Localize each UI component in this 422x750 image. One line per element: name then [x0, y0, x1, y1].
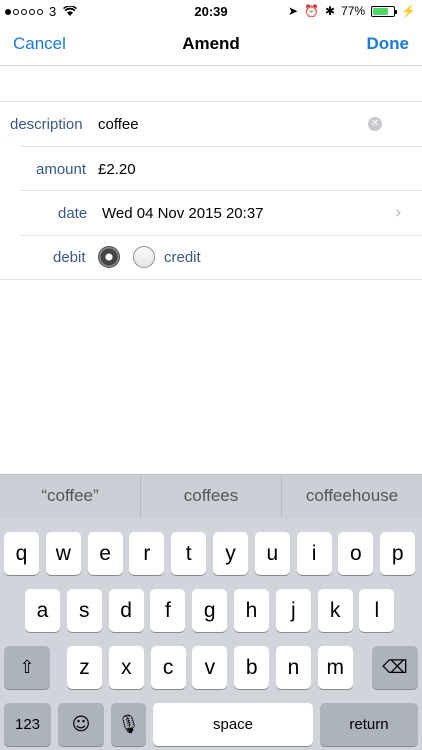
- shift-key[interactable]: ⇧: [4, 646, 50, 689]
- key-b[interactable]: b: [234, 646, 270, 689]
- key-z[interactable]: z: [67, 646, 102, 689]
- key-d[interactable]: d: [108, 589, 144, 632]
- key-q[interactable]: q: [4, 532, 39, 575]
- emoji-key[interactable]: ☺: [58, 703, 104, 746]
- key-i[interactable]: i: [296, 532, 332, 575]
- debit-radio[interactable]: [98, 245, 120, 268]
- key-g[interactable]: g: [192, 589, 228, 632]
- key-l[interactable]: l: [359, 589, 395, 632]
- key-r[interactable]: r: [129, 532, 165, 575]
- space-key[interactable]: space: [153, 703, 313, 746]
- navigation-bar: Cancel Amend Done: [0, 22, 422, 66]
- description-field[interactable]: coffee: [98, 116, 139, 133]
- key-h[interactable]: h: [234, 589, 269, 632]
- key-x[interactable]: x: [108, 646, 144, 689]
- suggestion-item[interactable]: coffees: [141, 475, 282, 518]
- battery-fill: [373, 7, 389, 15]
- key-f[interactable]: f: [150, 589, 186, 632]
- description-row[interactable]: description coffee ✕: [10, 102, 422, 147]
- battery-percent: 77%: [341, 4, 366, 18]
- bluetooth-icon: ✱: [324, 4, 336, 18]
- key-v[interactable]: v: [192, 646, 228, 689]
- amount-row[interactable]: amount £2.20: [20, 147, 422, 191]
- debit-label: debit: [53, 248, 86, 266]
- suggestion-item[interactable]: coffeehouse: [282, 475, 422, 518]
- status-bar: 3 20:39 ➤ ⏰ ✱ 77% ⚡: [0, 0, 422, 22]
- suggestion-bar: “coffee” coffees coffeehouse: [0, 474, 422, 518]
- key-o[interactable]: o: [338, 532, 374, 575]
- type-row: debit credit: [0, 236, 422, 280]
- return-key[interactable]: return: [320, 703, 418, 746]
- transaction-form: description coffee ✕ amount £2.20 date W…: [0, 101, 422, 280]
- numbers-key[interactable]: 123: [4, 703, 51, 746]
- keyboard: “coffee” coffees coffeehouse ⇧ ⌫ 123 ☺ 🎙…: [0, 474, 422, 750]
- suggestion-item[interactable]: “coffee”: [0, 475, 141, 518]
- done-button[interactable]: Done: [367, 34, 410, 54]
- amount-label: amount: [36, 160, 87, 178]
- key-m[interactable]: m: [317, 646, 353, 689]
- description-label: description: [10, 116, 83, 133]
- credit-radio[interactable]: [133, 245, 155, 268]
- key-c[interactable]: c: [150, 646, 186, 689]
- date-value: Wed 04 Nov 2015 20:37: [102, 205, 264, 222]
- chevron-right-icon: ›: [394, 202, 402, 223]
- clear-text-icon[interactable]: ✕: [368, 117, 382, 131]
- key-y[interactable]: y: [213, 532, 248, 575]
- key-s[interactable]: s: [66, 589, 102, 632]
- key-u[interactable]: u: [254, 532, 290, 575]
- key-j[interactable]: j: [275, 589, 311, 632]
- page-title: Amend: [182, 34, 240, 53]
- key-area: ⇧ ⌫ 123 ☺ 🎙 space return qwertyuiop asdfg…: [0, 518, 422, 750]
- key-w[interactable]: w: [45, 532, 81, 575]
- backspace-key[interactable]: ⌫: [372, 646, 418, 689]
- status-right: ➤ ⏰ ✱ 77% ⚡: [288, 4, 416, 18]
- key-t[interactable]: t: [171, 532, 207, 575]
- charging-icon: ⚡: [401, 4, 416, 18]
- key-a[interactable]: a: [25, 589, 60, 632]
- credit-label[interactable]: credit: [164, 249, 201, 266]
- battery-icon: [371, 5, 398, 17]
- microphone-key[interactable]: 🎙: [111, 703, 146, 746]
- date-label: date: [58, 205, 88, 222]
- key-p[interactable]: p: [380, 532, 416, 575]
- location-icon: ➤: [287, 4, 298, 18]
- amount-field[interactable]: £2.20: [98, 161, 136, 178]
- key-k[interactable]: k: [317, 589, 353, 632]
- key-n[interactable]: n: [276, 646, 311, 689]
- date-row[interactable]: date Wed 04 Nov 2015 20:37 ›: [20, 191, 422, 236]
- key-e[interactable]: e: [87, 532, 123, 575]
- alarm-icon: ⏰: [304, 4, 319, 18]
